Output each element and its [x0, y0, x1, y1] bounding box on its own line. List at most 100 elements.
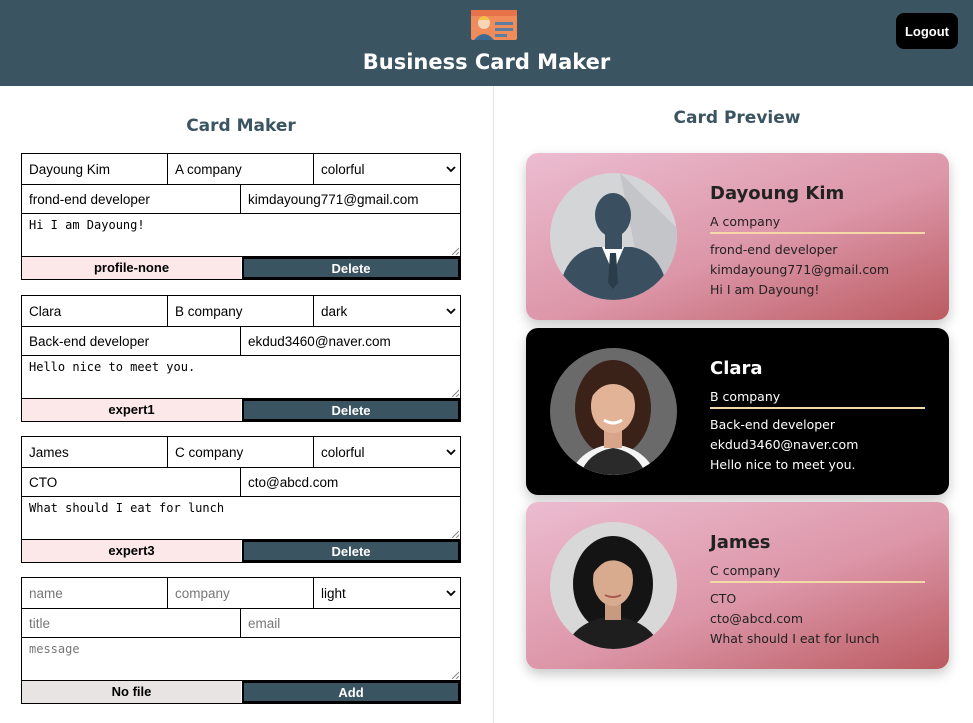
message-field[interactable] [22, 638, 460, 680]
message-field[interactable]: What should I eat for lunch [22, 497, 460, 539]
title-input[interactable] [29, 615, 240, 631]
email-field[interactable] [241, 185, 460, 213]
message-textarea[interactable] [29, 642, 453, 676]
title-field[interactable] [22, 609, 241, 637]
theme-select[interactable]: colorful [314, 437, 460, 467]
theme-select-value: colorful [321, 444, 365, 460]
file-upload-button[interactable]: No file [22, 681, 241, 703]
name-input[interactable] [29, 303, 167, 319]
default-profile-icon [550, 173, 677, 300]
form-row: expert3 Delete [22, 540, 460, 562]
profile-photo [550, 522, 677, 649]
title-field[interactable] [22, 468, 241, 496]
card-edit-form: colorful What should I eat for lunch exp… [21, 436, 461, 563]
message-field[interactable]: Hello nice to meet you. [22, 356, 460, 398]
name-input[interactable] [29, 444, 167, 460]
card-email: ekdud3460@naver.com [710, 437, 859, 452]
form-row [22, 185, 460, 214]
card-name: Dayoung Kim [710, 183, 845, 204]
form-row: expert1 Delete [22, 399, 460, 421]
message-textarea[interactable]: Hello nice to meet you. [29, 360, 453, 394]
form-row [22, 609, 460, 638]
form-row: light [22, 578, 460, 609]
card-add-form: light No file Add [21, 577, 461, 704]
resize-grip-icon[interactable] [451, 247, 459, 255]
message-field[interactable]: Hi I am Dayoung! [22, 214, 460, 256]
company-input[interactable] [175, 161, 313, 177]
delete-button[interactable]: Delete [242, 540, 460, 562]
form-row [22, 468, 460, 497]
title-input[interactable] [29, 191, 240, 207]
form-row: dark [22, 296, 460, 327]
business-card-logo-icon [471, 10, 517, 40]
chevron-down-icon [446, 166, 456, 173]
profile-photo [550, 348, 677, 475]
company-field[interactable] [168, 437, 314, 467]
name-input[interactable] [29, 161, 167, 177]
card-title: frond-end developer [710, 242, 838, 257]
delete-button[interactable]: Delete [242, 399, 460, 421]
name-field[interactable] [22, 154, 168, 184]
name-input[interactable] [29, 585, 167, 601]
email-input[interactable] [248, 191, 460, 207]
form-row: What should I eat for lunch [22, 497, 460, 540]
title-input[interactable] [29, 474, 240, 490]
add-button[interactable]: Add [242, 681, 460, 703]
file-upload-button[interactable]: profile-none [22, 257, 241, 279]
name-field[interactable] [22, 437, 168, 467]
card-name: Clara [710, 358, 763, 379]
message-textarea[interactable]: Hi I am Dayoung! [29, 218, 453, 252]
file-upload-button[interactable]: expert1 [22, 399, 241, 421]
name-field[interactable] [22, 578, 168, 608]
form-row: Hello nice to meet you. [22, 356, 460, 399]
email-field[interactable] [241, 609, 460, 637]
theme-select-value: colorful [321, 161, 365, 177]
title-input[interactable] [29, 333, 240, 349]
theme-select[interactable]: light [314, 578, 460, 608]
card-name: James [710, 532, 771, 553]
title-field[interactable] [22, 185, 241, 213]
card-title: CTO [710, 591, 737, 606]
theme-select-value: dark [321, 303, 348, 319]
card-message: Hi I am Dayoung! [710, 282, 820, 297]
file-upload-button[interactable]: expert3 [22, 540, 241, 562]
card-company: B company [710, 389, 781, 404]
card-email: cto@abcd.com [710, 611, 803, 626]
preview-card: Dayoung Kim A company frond-end develope… [526, 153, 949, 320]
card-maker-panel: Card Maker colorful Hi I am Dayoung! pro… [0, 86, 494, 723]
company-field[interactable] [168, 578, 314, 608]
company-field[interactable] [168, 154, 314, 184]
email-input[interactable] [248, 333, 460, 349]
resize-grip-icon[interactable] [451, 530, 459, 538]
card-info: Dayoung Kim A company frond-end develope… [710, 181, 925, 300]
resize-grip-icon[interactable] [451, 671, 459, 679]
form-row [22, 638, 460, 681]
resize-grip-icon[interactable] [451, 389, 459, 397]
form-row: No file Add [22, 681, 460, 703]
card-preview-title: Card Preview [673, 108, 801, 128]
email-field[interactable] [241, 468, 460, 496]
chevron-down-icon [446, 308, 456, 315]
app-title: Business Card Maker [362, 50, 611, 74]
card-message: Hello nice to meet you. [710, 457, 856, 472]
email-input[interactable] [248, 615, 460, 631]
title-field[interactable] [22, 327, 241, 355]
company-input[interactable] [175, 444, 313, 460]
message-textarea[interactable]: What should I eat for lunch [29, 501, 453, 535]
theme-select[interactable]: colorful [314, 154, 460, 184]
theme-select-value: light [321, 585, 346, 601]
delete-button[interactable]: Delete [242, 257, 460, 279]
card-divider [710, 581, 925, 583]
chevron-down-icon [446, 590, 456, 597]
card-divider [710, 407, 925, 409]
company-input[interactable] [175, 585, 313, 601]
company-input[interactable] [175, 303, 313, 319]
card-message: What should I eat for lunch [710, 631, 880, 646]
card-maker-title: Card Maker [186, 116, 296, 136]
email-input[interactable] [248, 474, 460, 490]
theme-select[interactable]: dark [314, 296, 460, 326]
logout-button[interactable]: Logout [896, 13, 958, 49]
company-field[interactable] [168, 296, 314, 326]
email-field[interactable] [241, 327, 460, 355]
name-field[interactable] [22, 296, 168, 326]
